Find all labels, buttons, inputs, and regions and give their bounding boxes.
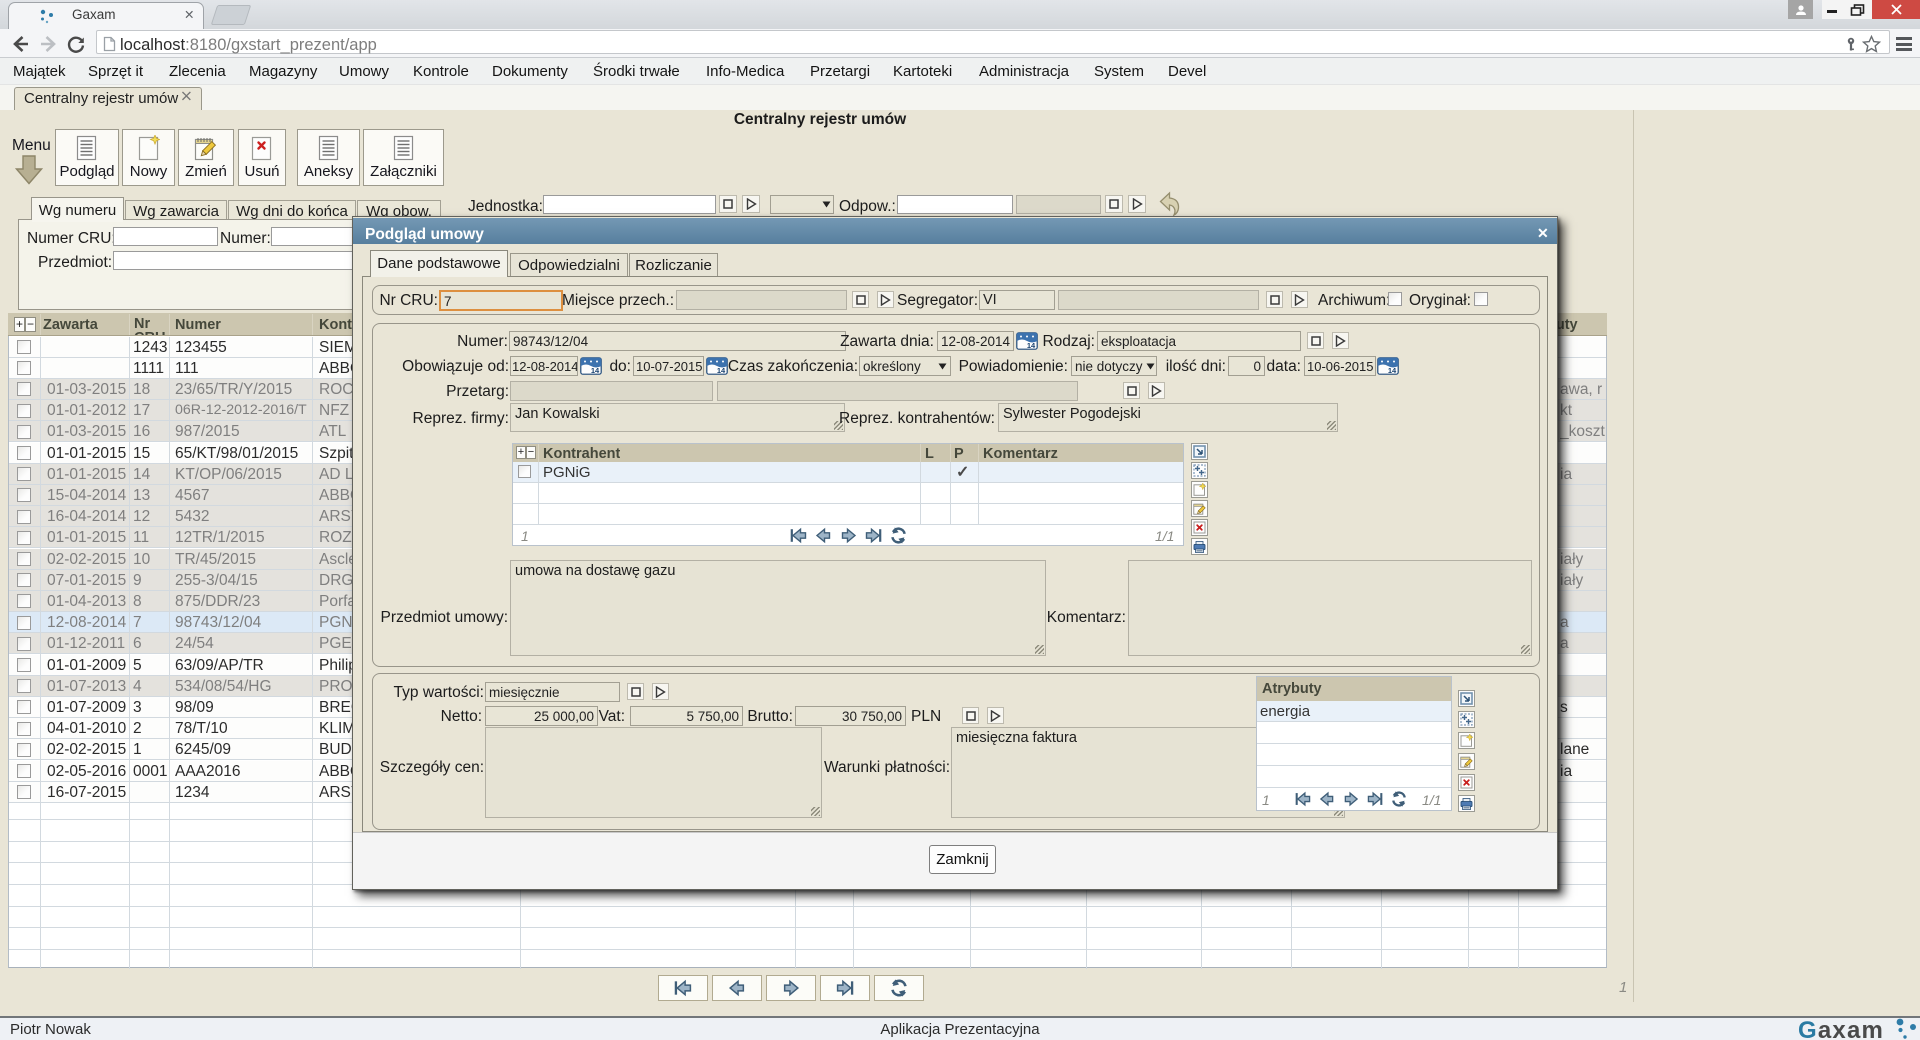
svg-text:14: 14	[1388, 366, 1397, 375]
